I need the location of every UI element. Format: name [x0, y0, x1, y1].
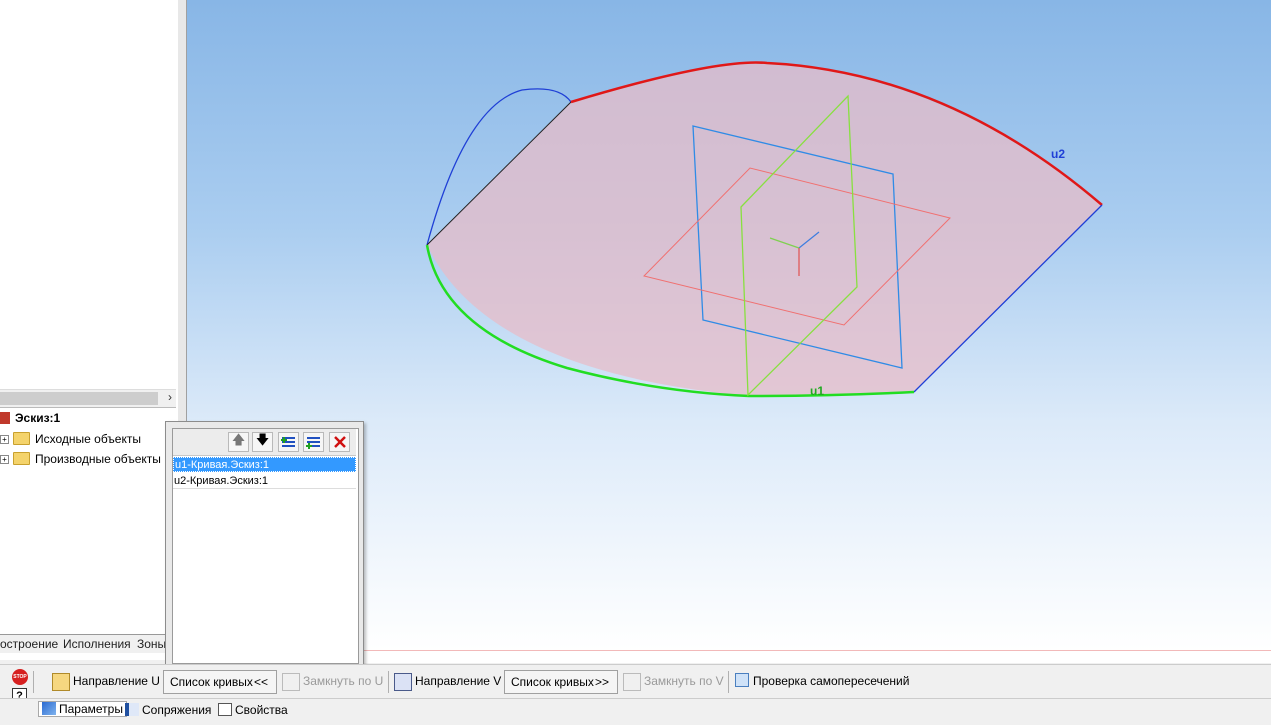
- tree-root-label: Эскиз:1: [15, 411, 61, 425]
- add-after-button[interactable]: [278, 432, 299, 452]
- close-v-label: Замкнуть по V: [644, 674, 724, 688]
- curve-list-toolbar: 🡅 🡇: [173, 429, 356, 456]
- delete-icon: [333, 436, 346, 448]
- properties-icon: [218, 703, 232, 716]
- direction-u-button[interactable]: Направление U: [52, 670, 160, 694]
- stop-icon[interactable]: STOP: [12, 669, 28, 685]
- label-u1: u1: [810, 384, 824, 398]
- move-up-icon: 🡅: [231, 432, 246, 447]
- tab-properties[interactable]: Свойства: [218, 703, 288, 717]
- curve-list-popup: 🡅 🡇 u1-Кривая.Эскиз:1 u2-Кривая.Эскиз:1: [165, 421, 364, 668]
- tree-item-derived-objects[interactable]: + Производные объекты: [0, 452, 161, 466]
- tree-root-sketch[interactable]: Эскиз:1: [0, 411, 60, 425]
- model-tree-panel: › Эскиз:1 + Исходные объекты + Производные…: [0, 0, 179, 660]
- add-before-button[interactable]: [303, 432, 324, 452]
- direction-v-button[interactable]: Направление V: [394, 670, 501, 694]
- properties-panel: Направление U Список кривых << Замкнуть …: [0, 664, 1271, 698]
- tab-fillets[interactable]: Сопряжения: [125, 703, 211, 717]
- curve-list-v-button[interactable]: Список кривых >>: [504, 670, 618, 694]
- close-v-toggle[interactable]: Замкнуть по V: [623, 670, 724, 694]
- tree-tabs: остроение Исполнения Зоны: [0, 634, 178, 653]
- tab-construction[interactable]: остроение: [0, 637, 58, 651]
- tab-zones[interactable]: Зоны: [137, 637, 166, 651]
- tree-item-label: Исходные объекты: [35, 432, 141, 446]
- self-intersection-checkbox[interactable]: [735, 673, 749, 687]
- properties-tabs: Параметры Сопряжения Свойства: [0, 698, 1271, 725]
- divider: [33, 671, 34, 693]
- parameters-icon: [42, 702, 56, 715]
- direction-u-icon: [52, 672, 70, 691]
- expand-arrow: >>: [594, 675, 609, 689]
- sketch-tree: Эскиз:1 + Исходные объекты + Производные о…: [0, 407, 176, 634]
- label-u2: u2: [1051, 147, 1065, 161]
- add-after-icon: [281, 436, 295, 447]
- tab-parameters-label: Параметры: [59, 702, 123, 716]
- tree-horizontal-scrollbar[interactable]: ›: [0, 389, 176, 407]
- direction-v-label: Направление V: [415, 674, 502, 688]
- close-u-toggle[interactable]: Замкнуть по U: [282, 670, 383, 694]
- curve-list-v-label: Список кривых: [511, 675, 594, 689]
- sketch-icon: [0, 412, 10, 424]
- close-v-icon: [623, 672, 641, 691]
- scroll-right-arrow-icon[interactable]: ›: [168, 390, 172, 404]
- curve-list-item[interactable]: u1-Кривая.Эскиз:1: [173, 457, 356, 472]
- fillets-icon: [125, 703, 139, 716]
- curve-list-u-label: Список кривых: [170, 675, 253, 689]
- curve-list-u-button[interactable]: Список кривых <<: [163, 670, 277, 694]
- delete-curve-button[interactable]: [329, 432, 350, 452]
- expand-icon[interactable]: +: [0, 455, 9, 464]
- close-u-icon: [282, 672, 300, 691]
- divider: [388, 671, 389, 693]
- direction-u-label: Направление U: [73, 674, 160, 688]
- collapse-arrow: <<: [253, 675, 268, 689]
- move-down-icon: 🡇: [255, 432, 270, 447]
- add-before-icon: [306, 436, 320, 449]
- move-up-button[interactable]: 🡅: [228, 432, 249, 452]
- divider: [728, 671, 729, 693]
- tab-fillets-label: Сопряжения: [142, 703, 212, 717]
- self-intersection-check[interactable]: Проверка самопересечений: [735, 670, 909, 694]
- folder-icon: [13, 452, 30, 465]
- self-intersection-label: Проверка самопересечений: [753, 674, 910, 688]
- expand-icon[interactable]: +: [0, 435, 9, 444]
- curve-list-item[interactable]: u2-Кривая.Эскиз:1: [173, 474, 356, 489]
- close-u-label: Замкнуть по U: [303, 674, 384, 688]
- tree-item-label: Производные объекты: [35, 452, 161, 466]
- tab-parameters[interactable]: Параметры: [38, 701, 127, 717]
- direction-v-icon: [394, 672, 412, 691]
- surface-fill: [427, 61, 1102, 397]
- tree-item-source-objects[interactable]: + Исходные объекты: [0, 432, 141, 446]
- folder-icon: [13, 432, 30, 445]
- tab-properties-label: Свойства: [235, 703, 288, 717]
- tab-executions[interactable]: Исполнения: [63, 637, 131, 651]
- move-down-button[interactable]: 🡇: [252, 432, 273, 452]
- curve-list-box: 🡅 🡇 u1-Кривая.Эскиз:1 u2-Кривая.Эскиз:1: [172, 428, 359, 664]
- scrollbar-thumb[interactable]: [0, 392, 158, 405]
